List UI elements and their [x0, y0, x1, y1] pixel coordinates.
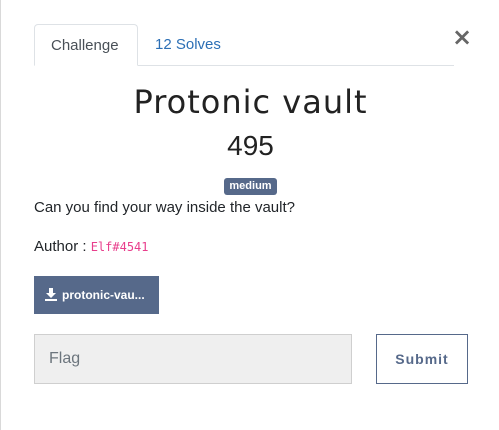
- difficulty-badge: medium: [224, 178, 277, 195]
- challenge-points: 495: [227, 130, 274, 161]
- download-icon: [45, 288, 57, 301]
- tab-challenge[interactable]: Challenge: [34, 24, 138, 66]
- author-line: Author : Elf#4541: [34, 237, 149, 257]
- download-file-label: protonic-vau...: [62, 288, 145, 302]
- challenge-description: Can you find your way inside the vault?: [34, 199, 295, 216]
- tab-bar: Challenge 12 Solves: [34, 24, 454, 66]
- challenge-modal: × Challenge 12 Solves Protonic vault 495…: [0, 0, 499, 430]
- difficulty-badge-container: medium: [1, 176, 499, 195]
- download-file-button[interactable]: protonic-vau...: [34, 276, 159, 314]
- flag-input[interactable]: [34, 334, 352, 384]
- submit-button[interactable]: Submit: [376, 334, 468, 384]
- author-name: Elf#4541: [90, 240, 149, 254]
- tab-solves[interactable]: 12 Solves: [139, 24, 237, 66]
- author-label: Author :: [34, 238, 91, 255]
- challenge-title: Protonic vault: [133, 83, 368, 121]
- close-icon[interactable]: ×: [452, 25, 472, 49]
